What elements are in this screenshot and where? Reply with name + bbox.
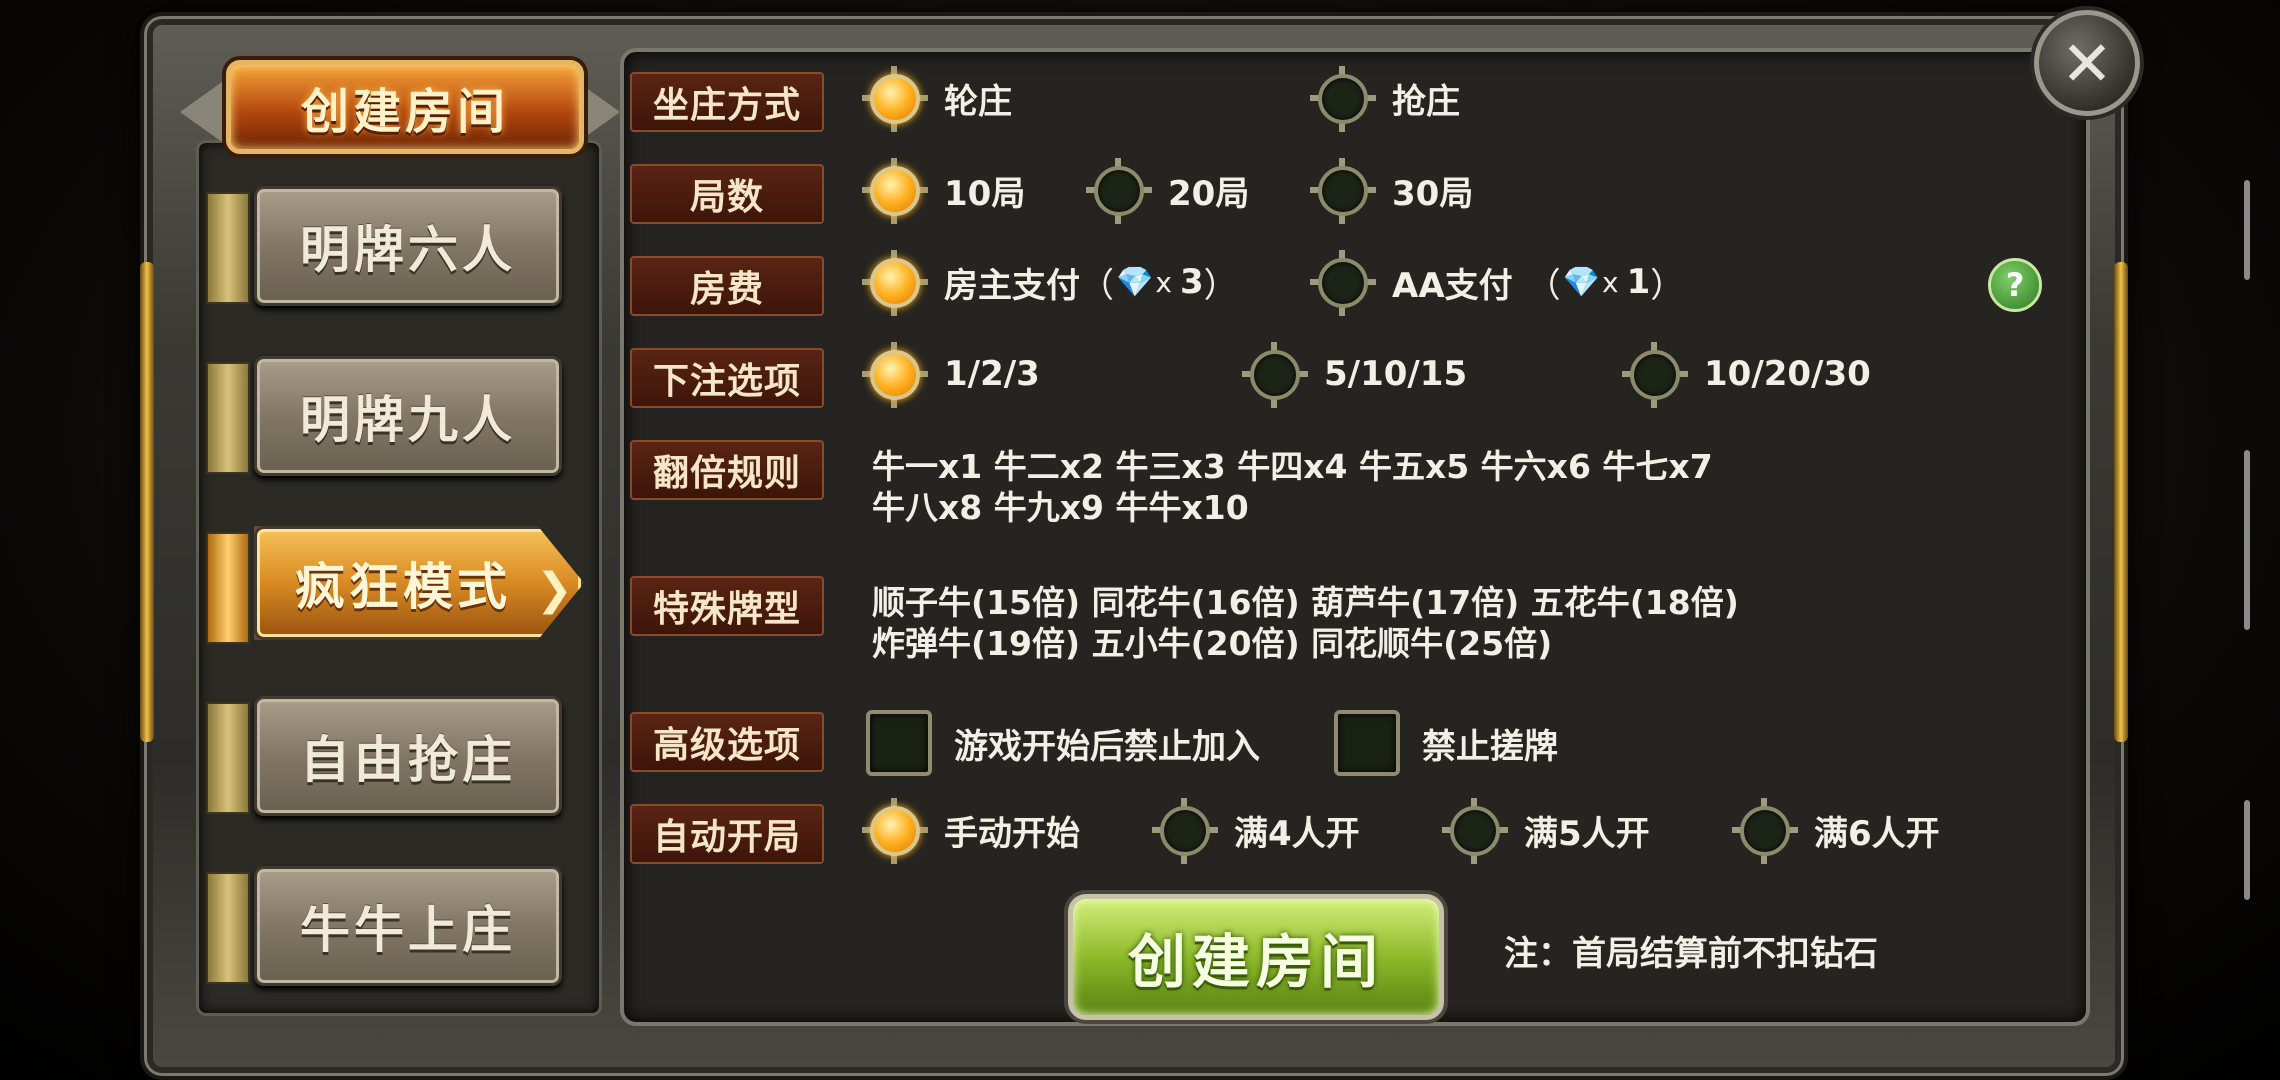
footnote: 注：首局结算前不扣钻石 <box>1504 934 1878 974</box>
dialog-title: 创建房间 <box>226 60 584 154</box>
rounds-30-option[interactable]: 30局 <box>1310 158 1474 224</box>
tab-crazy-mode[interactable]: 疯狂模式 ❯ <box>206 526 584 644</box>
system-edge-handle <box>2244 800 2250 900</box>
radio-icon <box>862 798 928 864</box>
bet-options-label: 下注选项 <box>630 348 824 408</box>
option-label: 满6人开 <box>1814 813 1940 854</box>
close-icon: ✕ <box>2061 26 2113 100</box>
left-gold-trim <box>140 262 154 742</box>
radio-icon <box>1310 158 1376 224</box>
fee-aa-option[interactable]: AA支付 （ 💎 x 1 ） <box>1310 250 1685 316</box>
fee-open-paren: （ <box>1526 265 1561 306</box>
radio-icon <box>1152 798 1218 864</box>
radio-icon <box>862 342 928 408</box>
no-card-squeeze-option[interactable]: 禁止搓牌 <box>1334 710 1558 776</box>
chevron-right-icon: ❯ <box>536 564 573 615</box>
tab-free-grab[interactable]: 自由抢庄 <box>206 696 562 816</box>
radio-icon <box>862 66 928 132</box>
radio-icon <box>1310 66 1376 132</box>
tab-mingpai-nine[interactable]: 明牌九人 <box>206 356 562 476</box>
banker-mode-rotate-option[interactable]: 轮庄 <box>862 66 1012 132</box>
option-label: 满4人开 <box>1234 813 1360 854</box>
fee-open-paren: （ <box>1080 265 1114 306</box>
tab-notch <box>206 702 250 814</box>
fee-label: 房费 <box>630 256 824 316</box>
tab-label: 疯狂模式 <box>254 526 584 640</box>
fee-diamond-count: 3 <box>1179 262 1204 302</box>
tab-label: 自由抢庄 <box>254 696 562 816</box>
radio-icon <box>1622 342 1688 408</box>
radio-icon <box>1310 250 1376 316</box>
checkbox[interactable] <box>1334 710 1400 776</box>
manual-start-option[interactable]: 手动开始 <box>862 798 1080 864</box>
option-label: 5/10/15 <box>1324 354 1468 394</box>
banker-mode-label: 坐庄方式 <box>630 72 824 132</box>
radio-icon <box>1732 798 1798 864</box>
option-label: 30局 <box>1392 173 1474 214</box>
double-rules-label: 翻倍规则 <box>630 440 824 500</box>
right-gold-trim <box>2114 262 2128 742</box>
option-label: 手动开始 <box>944 813 1080 854</box>
option-label: 20局 <box>1168 173 1250 214</box>
system-edge-handle <box>2244 180 2250 280</box>
option-label: 10/20/30 <box>1704 354 1871 394</box>
title-banner: 创建房间 <box>180 52 620 154</box>
special-hands-label: 特殊牌型 <box>630 576 824 636</box>
start-at-5-option[interactable]: 满5人开 <box>1442 798 1650 864</box>
close-button[interactable]: ✕ <box>2034 10 2140 116</box>
diamond-icon: 💎 <box>1116 264 1154 300</box>
option-label: 1/2/3 <box>944 354 1040 394</box>
banker-mode-grab-option[interactable]: 抢庄 <box>1310 66 1460 132</box>
fee-multiplier-sign: x <box>1602 265 1619 299</box>
tab-notch <box>206 192 250 304</box>
game-screen: 创建房间 明牌六人 明牌九人 疯狂模式 ❯ 自由抢庄 牛牛上庄 ✕ 坐庄方式 轮… <box>0 0 2280 1080</box>
start-at-4-option[interactable]: 满4人开 <box>1152 798 1360 864</box>
special-hands-line-1: 顺子牛(15倍) 同花牛(16倍) 葫芦牛(17倍) 五花牛(18倍) <box>872 583 1739 622</box>
option-label: 禁止搓牌 <box>1422 726 1558 767</box>
fee-close-paren: ） <box>1203 265 1238 306</box>
option-label: 满5人开 <box>1524 813 1650 854</box>
tab-niuniu-banker[interactable]: 牛牛上庄 <box>206 866 562 986</box>
option-label: AA支付 <box>1392 265 1513 306</box>
radio-icon <box>862 250 928 316</box>
tab-notch <box>206 362 250 474</box>
tab-notch <box>206 532 250 644</box>
tab-mingpai-six[interactable]: 明牌六人 <box>206 186 562 306</box>
create-room-button[interactable]: 创建房间 <box>1068 894 1444 1020</box>
no-join-after-start-option[interactable]: 游戏开始后禁止加入 <box>866 710 1260 776</box>
system-edge-handle <box>2244 450 2250 630</box>
tab-label: 牛牛上庄 <box>254 866 562 986</box>
option-label: 轮庄 <box>944 81 1012 122</box>
option-label: 游戏开始后禁止加入 <box>954 726 1260 767</box>
checkbox[interactable] <box>866 710 932 776</box>
tab-notch <box>206 872 250 984</box>
fee-diamond-count: 1 <box>1626 262 1651 302</box>
fee-owner-pays-option[interactable]: 房主支付 （ 💎 x 3 ） <box>862 250 1238 316</box>
rounds-label: 局数 <box>630 164 824 224</box>
radio-icon <box>1442 798 1508 864</box>
double-rules-line-1: 牛一x1 牛二x2 牛三x3 牛四x4 牛五x5 牛六x6 牛七x7 <box>872 447 1713 486</box>
auto-start-label: 自动开局 <box>630 804 824 864</box>
rounds-20-option[interactable]: 20局 <box>1086 158 1250 224</box>
special-hands-line-2: 炸弹牛(19倍) 五小牛(20倍) 同花顺牛(25倍) <box>872 624 1553 663</box>
tab-label: 明牌九人 <box>254 356 562 476</box>
rounds-10-option[interactable]: 10局 <box>862 158 1026 224</box>
start-at-6-option[interactable]: 满6人开 <box>1732 798 1940 864</box>
double-rules-line-2: 牛八x8 牛九x9 牛牛x10 <box>872 488 1249 527</box>
advanced-options-label: 高级选项 <box>630 712 824 772</box>
option-label: 房主支付 <box>944 265 1080 306</box>
help-icon[interactable]: ? <box>1988 258 2042 312</box>
diamond-icon: 💎 <box>1562 264 1600 300</box>
tab-label: 明牌六人 <box>254 186 562 306</box>
radio-icon <box>1086 158 1152 224</box>
bet-1-2-3-option[interactable]: 1/2/3 <box>862 342 1040 408</box>
bet-10-20-30-option[interactable]: 10/20/30 <box>1622 342 1871 408</box>
bet-5-10-15-option[interactable]: 5/10/15 <box>1242 342 1468 408</box>
fee-multiplier-sign: x <box>1155 265 1172 299</box>
option-label: 10局 <box>944 173 1026 214</box>
option-label: 抢庄 <box>1392 81 1460 122</box>
fee-close-paren: ） <box>1650 265 1685 306</box>
radio-icon <box>1242 342 1308 408</box>
radio-icon <box>862 158 928 224</box>
